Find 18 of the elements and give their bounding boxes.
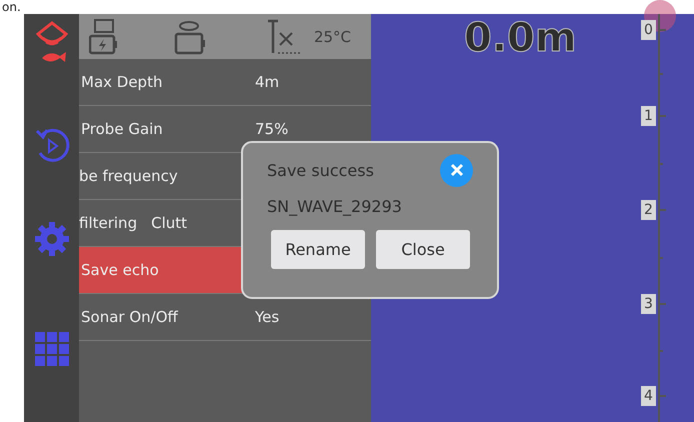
boat-battery-icon [174, 18, 208, 54]
grid-icon[interactable] [34, 332, 68, 366]
close-icon [450, 163, 464, 177]
depth-scale-label: 0 [641, 20, 656, 40]
dialog-title: Save success [267, 160, 374, 180]
settings-icon[interactable] [34, 221, 70, 257]
temperature-reading: 25°C [314, 28, 351, 46]
depth-scale-label: 4 [641, 386, 656, 406]
dialog-button[interactable]: Close [376, 230, 470, 269]
close-button[interactable] [440, 154, 473, 186]
depth-scale-label: 1 [641, 106, 656, 126]
depth-scale-label: 2 [641, 200, 656, 220]
antenna-no-signal-icon [266, 18, 302, 54]
caption-fragment: on. [2, 0, 21, 14]
dialog-button[interactable]: Rename [271, 230, 365, 269]
depth-reading: 0.0m [464, 14, 577, 62]
battery-charging-icon [89, 18, 119, 54]
depth-scale-label: 3 [641, 294, 656, 314]
